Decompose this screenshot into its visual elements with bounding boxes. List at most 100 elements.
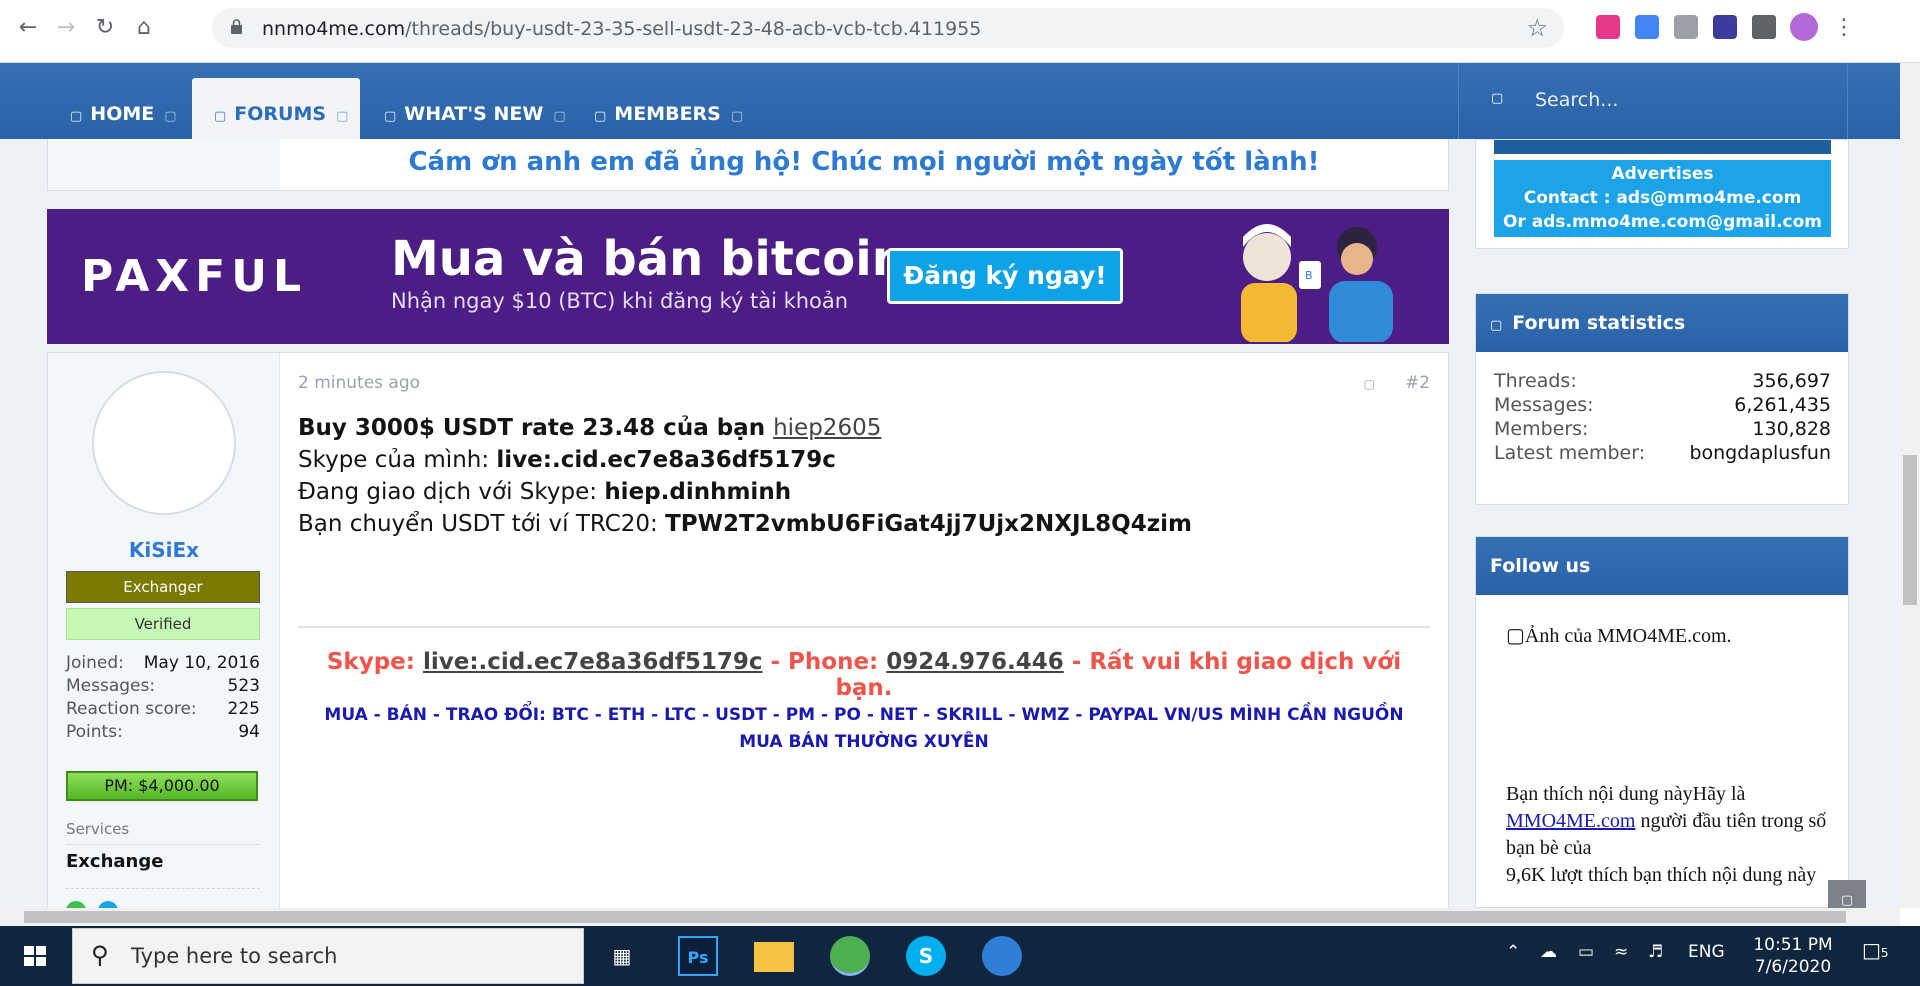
mention-link[interactable]: hiep2605 (773, 415, 881, 441)
ads-title: Advertises (1611, 164, 1714, 184)
ad-illustration: B (1241, 224, 1393, 342)
stats-icon: ▢ (1490, 318, 1503, 333)
ad-signup-button[interactable]: Đăng ký ngay! (887, 248, 1123, 304)
forum-statistics-widget: ▢ Forum statistics Threads: 356,697 Messag… (1475, 293, 1849, 505)
vertical-scrollbar[interactable] (1900, 63, 1920, 908)
user-stat-joined: Joined: May 10, 2016 (66, 653, 260, 673)
windows-start-icon[interactable] (0, 926, 70, 986)
cloud-icon[interactable]: ☁ (1540, 942, 1557, 962)
post-line-1: Buy 3000$ USDT rate 23.48 của bạn hiep26… (298, 415, 882, 441)
nav-icon: ▢ (70, 109, 83, 124)
svg-text:B: B (1305, 269, 1313, 282)
widget-header: Follow us (1476, 537, 1848, 595)
nav-home[interactable]: ▢ HOME ▢ (48, 89, 189, 139)
extension-icon[interactable] (1596, 15, 1620, 39)
skype-icon[interactable] (98, 901, 118, 908)
facebook-like-text: Bạn thích nội dung nàyHãy là MMO4ME.com … (1506, 783, 1827, 886)
scrollbar-thumb[interactable] (24, 911, 1846, 923)
profile-avatar[interactable] (1790, 13, 1818, 41)
nav-members[interactable]: ▢ MEMBERS ▢ (572, 89, 755, 139)
broken-image-icon: ▢ (1506, 625, 1525, 647)
site-navbar: ▢ HOME ▢ ▢ FORUMS ▢ ▢ WHAT'S NEW ▢ ▢ MEMBERS ▢ ▢… (0, 63, 1900, 139)
facebook-page-link[interactable]: MMO4ME.com (1506, 810, 1635, 832)
address-bar[interactable]: nnmo4me.com/threads/buy-usdt-23-35-sell-… (212, 8, 1564, 48)
divider (66, 888, 260, 889)
nav-whats-new[interactable]: ▢ WHAT'S NEW ▢ (362, 89, 578, 139)
skype-link[interactable]: live:.cid.ec7e8a36df5179c (423, 649, 763, 675)
thanks-text: Cám ơn anh em đã ủng hộ! Chúc mọi người … (408, 147, 1320, 177)
skype-icon[interactable]: S (906, 936, 946, 976)
avatar[interactable] (92, 371, 236, 515)
stat-messages: Messages: 6,261,435 (1494, 394, 1831, 416)
dropdown-icon: ▢ (553, 109, 566, 124)
services-label: Services (66, 820, 260, 845)
task-view-icon[interactable]: ▦ (602, 936, 642, 976)
follow-us-widget: Follow us ▢Ảnh của MMO4ME.com. Bạn thích… (1475, 536, 1849, 908)
broken-image: ▢Ảnh của MMO4ME.com. (1506, 625, 1732, 647)
extension-icon[interactable] (1674, 15, 1698, 39)
message-post: KiSiEx Exchanger Verified Joined: May 10,… (47, 352, 1449, 908)
dropdown-icon: ▢ (164, 109, 177, 124)
wifi-icon[interactable]: ≈ (1614, 942, 1628, 962)
widget-header: ▢ Forum statistics (1476, 294, 1848, 352)
latest-member-link[interactable]: bongdaplusfun (1689, 442, 1831, 464)
advertise-box[interactable]: Advertises Contact : ads@mmo4me.com Or a… (1494, 160, 1831, 237)
scrollbar-thumb[interactable] (1903, 455, 1917, 605)
bookmark-icon[interactable]: ▢ (1364, 377, 1375, 391)
paxful-logo: PAXFUL (81, 251, 308, 302)
nav-icon: ▢ (384, 109, 397, 124)
post-line-2: Skype của mình: live:.cid.ec7e8a36df5179… (298, 447, 836, 473)
services-value: Exchange (66, 851, 164, 872)
search-placeholder: Search... (1535, 89, 1619, 111)
notification-icon[interactable]: □5 (1862, 938, 1889, 962)
ad-subline: Nhận ngay $10 (BTC) khi đăng ký tài khoả… (391, 289, 849, 313)
scroll-top-icon[interactable]: ▢ (1828, 880, 1866, 908)
post-time[interactable]: 2 minutes ago (298, 373, 420, 393)
language-indicator[interactable]: ENG (1688, 942, 1725, 962)
stat-latest-member: Latest member: bongdaplusfun (1494, 442, 1831, 464)
username-link[interactable]: KiSiEx (48, 538, 280, 562)
user-stat-points: Points: 94 (66, 722, 260, 742)
post-number[interactable]: ▢ #2 (1364, 373, 1430, 393)
extension-icon[interactable] (1713, 15, 1737, 39)
stat-members: Members: 130,828 (1494, 418, 1831, 440)
home-icon[interactable]: ⌂ (130, 14, 158, 42)
phone-link[interactable]: 0924.976.446 (886, 649, 1064, 675)
contact-icon[interactable] (66, 901, 86, 908)
file-explorer-icon[interactable] (754, 942, 794, 972)
ad-strip (1494, 140, 1831, 154)
clock[interactable]: 10:51 PM 7/6/2020 (1748, 934, 1838, 978)
kebab-menu-icon[interactable]: ⋮ (1830, 14, 1858, 42)
star-icon[interactable]: ☆ (1526, 14, 1548, 42)
dropdown-icon: ▢ (730, 109, 744, 124)
stat-threads: Threads: 356,697 (1494, 370, 1831, 392)
chevron-up-icon[interactable]: ⌃ (1506, 942, 1520, 962)
pm-balance-badge: PM: $4,000.00 (66, 771, 258, 801)
back-icon[interactable]: ← (14, 14, 42, 42)
battery-icon[interactable]: ▭ (1578, 942, 1594, 962)
thanks-side (48, 139, 280, 190)
horizontal-scrollbar[interactable] (0, 908, 1900, 926)
search-icon: ⚲ (91, 941, 109, 969)
search-input[interactable]: ▢ Search... (1458, 63, 1848, 139)
volume-icon[interactable]: ♬ (1648, 942, 1663, 962)
message-user-panel: KiSiEx Exchanger Verified Joined: May 10,… (48, 353, 280, 908)
nav-forums[interactable]: ▢ FORUMS ▢ (192, 78, 361, 139)
puzzle-icon[interactable] (1752, 15, 1776, 39)
forward-icon[interactable]: → (52, 14, 80, 42)
taskbar-search-input[interactable]: ⚲ Type here to search (72, 928, 584, 984)
paxful-ad-banner[interactable]: PAXFUL Mua và bán bitcoin Nhận ngay $10 … (47, 209, 1449, 344)
verified-badge: Verified (66, 608, 260, 640)
message-content: 2 minutes ago ▢ #2 Buy 3000$ USDT rate 23… (298, 353, 1448, 908)
nav-icon: ▢ (594, 109, 607, 124)
app-icon[interactable] (982, 936, 1022, 976)
post-line-3: Đang giao dịch với Skype: hiep.dinhminh (298, 479, 792, 505)
url-text: nnmo4me.com/threads/buy-usdt-23-35-sell-… (262, 18, 982, 40)
browser-toolbar: ← → ↻ ⌂ nnmo4me.com/threads/buy-usdt-23-… (0, 0, 1920, 63)
signature-contact: Skype: live:.cid.ec7e8a36df5179c - Phone… (326, 649, 1402, 701)
dropdown-icon: ▢ (336, 109, 349, 124)
chrome-icon[interactable] (830, 936, 870, 976)
photoshop-icon[interactable]: Ps (678, 936, 718, 976)
translate-icon[interactable] (1635, 15, 1659, 39)
reload-icon[interactable]: ↻ (91, 14, 119, 42)
